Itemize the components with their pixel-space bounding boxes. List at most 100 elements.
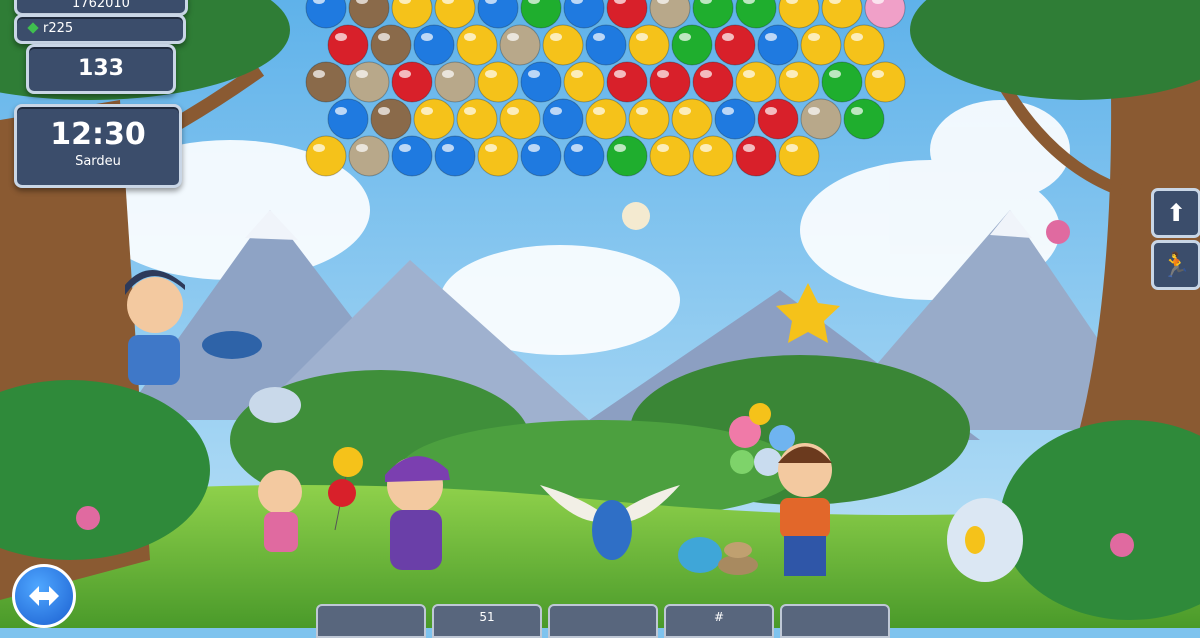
bubble-highlight [550, 107, 562, 115]
bubble-highlight [743, 70, 755, 78]
game-scene [0, 0, 1200, 628]
bubble-highlight [636, 33, 648, 41]
bubble-highlight [313, 144, 325, 152]
bubble-highlight [636, 107, 648, 115]
floating-bubble [622, 202, 650, 230]
character-icon: 🏃 [1161, 251, 1191, 279]
bubble-red [649, 61, 691, 103]
arrow-up-button[interactable]: ⬆ [1151, 188, 1200, 238]
gem-icon [27, 22, 39, 34]
score-value: 1762010 [72, 0, 130, 11]
bubble-blue [434, 135, 476, 177]
bubble-yellow [864, 61, 906, 103]
bubble-blue [757, 24, 799, 66]
bubble-highlight [356, 144, 368, 152]
bubble-highlight [593, 33, 605, 41]
bubble-highlight [421, 33, 433, 41]
bubble-highlight [743, 144, 755, 152]
moves-value: 133 [78, 56, 124, 81]
bubble-highlight [528, 70, 540, 78]
bubble-highlight [399, 144, 411, 152]
bubble-highlight [464, 107, 476, 115]
bubble-blue [520, 61, 562, 103]
bubble-yellow [499, 98, 541, 140]
gems-value: r225 [43, 21, 74, 36]
bubble-highlight [765, 33, 777, 41]
bubble-highlight [378, 33, 390, 41]
bubble-highlight [872, 70, 884, 78]
bubble-blue [563, 135, 605, 177]
bubble-highlight [614, 70, 626, 78]
bubble-blue [327, 98, 369, 140]
bubble-highlight [550, 33, 562, 41]
bubble-stone [348, 61, 390, 103]
tray-slot-1[interactable] [316, 604, 426, 638]
arrow-up-icon: ⬆ [1165, 199, 1187, 227]
bubble-blue [520, 135, 562, 177]
bubble-red [757, 98, 799, 140]
bubble-highlight [829, 70, 841, 78]
bubble-highlight [786, 144, 798, 152]
bubble-blue [413, 24, 455, 66]
bubble-highlight [722, 107, 734, 115]
bubble-highlight [442, 70, 454, 78]
menu-button[interactable] [12, 564, 76, 628]
ghost-fish [249, 387, 301, 423]
bubble-highlight [485, 144, 497, 152]
bubble-highlight [507, 107, 519, 115]
tray-slot-4[interactable]: # [664, 604, 774, 638]
bubble-yellow [456, 24, 498, 66]
bubble-highlight [851, 33, 863, 41]
bubble-yellow [477, 135, 519, 177]
menu-icon [29, 586, 59, 606]
bubble-highlight [399, 70, 411, 78]
bubble-green [821, 61, 863, 103]
bubble-highlight [571, 70, 583, 78]
bubble-stone [499, 24, 541, 66]
pink-fruit [1046, 220, 1070, 244]
bubble-yellow [735, 61, 777, 103]
bubble-highlight [657, 70, 669, 78]
bubble-red [327, 24, 369, 66]
bubble-yellow [649, 135, 691, 177]
bubble-highlight [614, 144, 626, 152]
bubble-highlight [335, 33, 347, 41]
bubble-highlight [722, 33, 734, 41]
bubble-highlight [700, 144, 712, 152]
bubble-green [671, 24, 713, 66]
bubble-highlight [679, 107, 691, 115]
bubble-highlight [507, 33, 519, 41]
bubble-yellow [778, 61, 820, 103]
bubble-highlight [421, 107, 433, 115]
bubble-rock [370, 98, 412, 140]
bubble-yellow [628, 98, 670, 140]
character-button[interactable]: 🏃 [1151, 240, 1200, 290]
bubble-red [735, 135, 777, 177]
bubble-highlight [679, 33, 691, 41]
bubble-highlight [765, 107, 777, 115]
bubble-yellow [585, 98, 627, 140]
bubble-yellow [628, 24, 670, 66]
bubble-blue [542, 98, 584, 140]
bubble-highlight [786, 70, 798, 78]
blue-fish-creature [202, 331, 262, 359]
bubble-highlight [464, 33, 476, 41]
bubble-blue [391, 135, 433, 177]
bubble-green [843, 98, 885, 140]
bubble-red [391, 61, 433, 103]
bubble-highlight [313, 70, 325, 78]
bubble-yellow [305, 135, 347, 177]
bubble-rock [305, 61, 347, 103]
timer-label: Sardeu [75, 154, 121, 169]
bubble-yellow [692, 135, 734, 177]
bubble-blue [585, 24, 627, 66]
bubble-highlight [657, 144, 669, 152]
bubble-yellow [800, 24, 842, 66]
tray-slot-3[interactable] [548, 604, 658, 638]
tray-slot-2[interactable]: 51 [432, 604, 542, 638]
bubble-blue [714, 98, 756, 140]
bubble-green [606, 135, 648, 177]
boy-orange-shirt [778, 443, 832, 576]
tray-slot-5[interactable] [780, 604, 890, 638]
bubble-highlight [593, 107, 605, 115]
